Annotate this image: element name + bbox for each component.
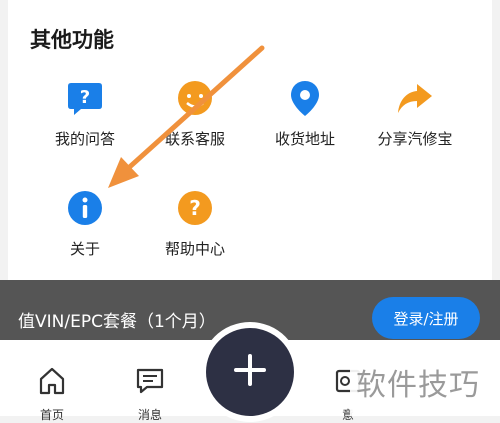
nav-messages-label: 消息 (137, 408, 162, 422)
feature-label: 收货地址 (274, 130, 335, 148)
section-title: 其他功能 (30, 28, 114, 52)
location-pin-icon (287, 80, 323, 116)
plus-icon (233, 353, 267, 391)
help-icon: ? (177, 190, 213, 226)
nav-messages[interactable]: 消息 (120, 366, 180, 422)
customer-service-icon (177, 80, 213, 116)
banner-text: 值VIN/EPC套餐（1个月） (18, 312, 216, 332)
login-register-button[interactable]: 登录/注册 (372, 297, 480, 339)
message-icon (135, 366, 165, 400)
nav-home-label: 首页 (39, 408, 64, 422)
add-button[interactable] (206, 328, 294, 416)
feature-label: 关于 (69, 240, 100, 258)
home-icon (37, 366, 67, 400)
svg-text:?: ? (80, 87, 90, 108)
svg-text:?: ? (189, 196, 201, 220)
feature-label: 帮助中心 (164, 240, 225, 258)
info-icon (67, 190, 103, 226)
feature-label: 分享汽修宝 (377, 130, 453, 148)
question-chat-icon: ? (67, 80, 103, 116)
feature-label: 联系客服 (164, 130, 225, 148)
watermark-text: 软件技巧 (356, 368, 480, 403)
feature-label: 我的问答 (54, 130, 115, 148)
share-arrow-icon (397, 80, 433, 116)
nav-home[interactable]: 首页 (22, 366, 82, 422)
